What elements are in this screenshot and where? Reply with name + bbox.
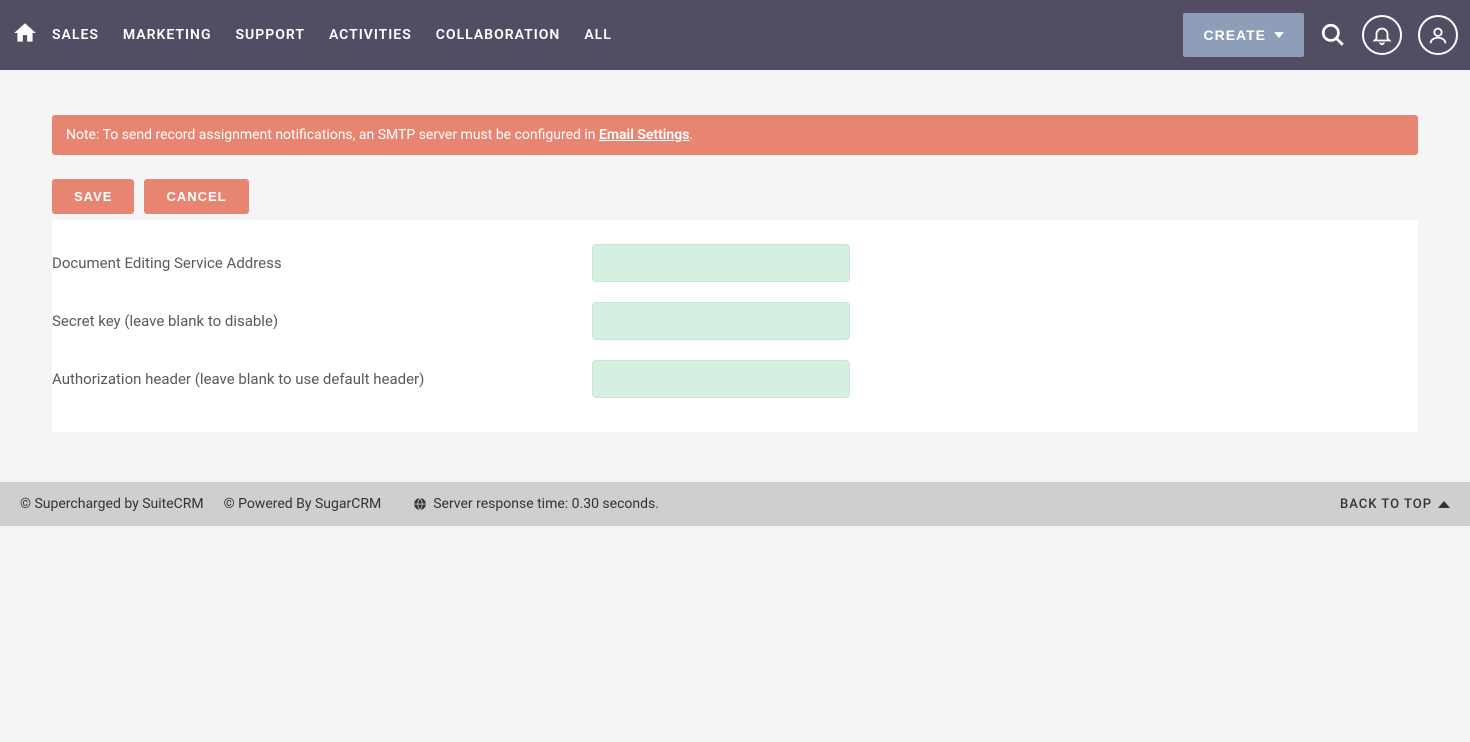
nav-right: CREATE [1183, 13, 1458, 57]
input-secret-key[interactable] [592, 302, 850, 340]
caret-down-icon [1274, 32, 1284, 38]
home-icon[interactable] [12, 20, 52, 50]
save-button[interactable]: SAVE [52, 179, 134, 214]
nav-sales[interactable]: SALES [52, 27, 99, 43]
top-navbar: SALES MARKETING SUPPORT ACTIVITIES COLLA… [0, 0, 1470, 70]
form-row-service-address: Document Editing Service Address [52, 234, 1418, 292]
label-service-address: Document Editing Service Address [52, 254, 592, 272]
user-icon[interactable] [1418, 15, 1458, 55]
label-secret-key: Secret key (leave blank to disable) [52, 312, 592, 330]
alert-prefix: Note: To send record assignment notifica… [66, 127, 599, 143]
nav-activities[interactable]: ACTIVITIES [329, 27, 412, 43]
nav-collaboration[interactable]: COLLABORATION [436, 27, 561, 43]
nav-marketing[interactable]: MARKETING [123, 27, 212, 43]
input-service-address[interactable] [592, 244, 850, 282]
caret-up-icon [1438, 501, 1450, 508]
alert-suffix: . [689, 127, 693, 143]
footer-powered: © Powered By SugarCRM [224, 496, 382, 512]
back-to-top[interactable]: BACK TO TOP [1340, 497, 1450, 512]
back-to-top-label: BACK TO TOP [1340, 497, 1432, 512]
nav-all[interactable]: ALL [584, 27, 611, 43]
label-auth-header: Authorization header (leave blank to use… [52, 370, 592, 388]
main-container: Note: To send record assignment notifica… [52, 70, 1418, 432]
action-buttons: SAVE CANCEL [52, 179, 1418, 220]
globe-icon [413, 497, 427, 511]
footer-supercharged: © Supercharged by SuiteCRM [20, 496, 204, 512]
alert-banner: Note: To send record assignment notifica… [52, 115, 1418, 155]
notifications-icon[interactable] [1362, 15, 1402, 55]
input-auth-header[interactable] [592, 360, 850, 398]
create-label: CREATE [1203, 27, 1266, 43]
form-panel: Document Editing Service Address Secret … [52, 220, 1418, 432]
nav-items: SALES MARKETING SUPPORT ACTIVITIES COLLA… [52, 27, 1183, 43]
footer-response: Server response time: 0.30 seconds. [433, 496, 659, 512]
footer-response-wrap: Server response time: 0.30 seconds. [413, 496, 659, 512]
nav-support[interactable]: SUPPORT [236, 27, 305, 43]
form-row-auth-header: Authorization header (leave blank to use… [52, 350, 1418, 408]
search-icon[interactable] [1320, 22, 1346, 48]
footer: © Supercharged by SuiteCRM © Powered By … [0, 482, 1470, 526]
alert-link[interactable]: Email Settings [599, 127, 689, 143]
cancel-button[interactable]: CANCEL [144, 179, 248, 214]
create-button[interactable]: CREATE [1183, 13, 1304, 57]
form-row-secret-key: Secret key (leave blank to disable) [52, 292, 1418, 350]
